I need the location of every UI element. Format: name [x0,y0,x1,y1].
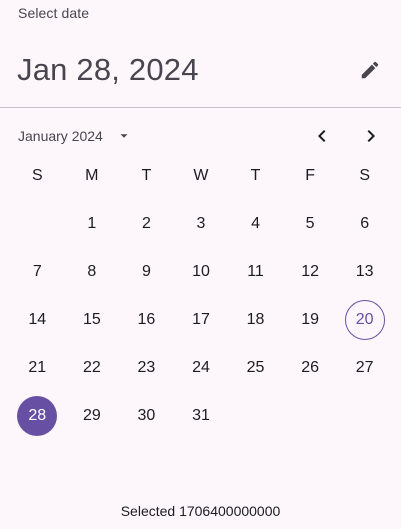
day-number: 18 [246,311,265,328]
day-cell[interactable]: 24 [174,344,229,392]
calendar-week-row: 21 22 23 24 25 26 27 [10,344,392,392]
day-number: 7 [32,263,42,280]
day-cell[interactable]: 15 [65,296,120,344]
day-cell[interactable]: 6 [337,200,392,248]
day-cell[interactable]: 13 [337,248,392,296]
day-number: 13 [355,263,374,280]
day-cell[interactable]: 12 [283,248,338,296]
day-cell[interactable]: 25 [228,344,283,392]
day-cell[interactable]: 14 [10,296,65,344]
weekday-label: T [250,167,261,184]
day-cell[interactable]: 21 [10,344,65,392]
day-number: 25 [246,359,265,376]
day-cell[interactable]: 28 [10,392,65,440]
day-number: 9 [141,263,151,280]
day-number: 17 [192,311,210,328]
month-year-dropdown[interactable]: January 2024 [18,126,131,146]
day-number: 27 [355,359,374,376]
day-number: 8 [87,263,97,280]
weekday-label: S [359,167,370,184]
day-number: 21 [28,359,47,376]
day-number: 2 [141,215,151,232]
chevron-left-icon [318,130,326,142]
day-cell[interactable]: 9 [119,248,174,296]
day-number: 6 [360,215,370,232]
day-number: 1 [87,215,97,232]
weekday-label: M [85,167,99,184]
day-number: 22 [82,359,101,376]
day-cell[interactable]: 8 [65,248,120,296]
day-cell[interactable]: 18 [228,296,283,344]
day-number: 30 [137,407,156,424]
weekday-header-row: S M T W T F S [10,152,392,200]
day-number: 12 [301,263,319,280]
day-number: 5 [305,215,315,232]
day-number: 28 [17,396,58,436]
day-cell[interactable]: 22 [65,344,120,392]
day-number: 26 [301,359,319,376]
previous-month-button[interactable] [309,123,335,149]
day-cell[interactable]: 26 [283,344,338,392]
empty-day-cell [283,392,338,440]
calendar-week-row: 7 8 9 10 11 12 13 [10,248,392,296]
day-cell[interactable]: 20 [337,296,392,344]
calendar-weeks: 1 2 3 4 5 6 7 8 9 10 11 12 13 14 15 16 17 18 19 20 21 22 23 24 2… [10,200,392,440]
day-cell[interactable]: 16 [119,296,174,344]
day-cell[interactable]: 19 [283,296,338,344]
day-cell[interactable]: 30 [119,392,174,440]
day-cell[interactable]: 5 [283,200,338,248]
month-year-label: January 2024 [18,128,103,144]
day-number: 24 [192,359,210,376]
edit-date-button[interactable] [356,56,384,84]
selected-timestamp-text: Selected 1706400000000 [120,503,281,519]
day-number: 19 [301,311,319,328]
day-number: 10 [192,263,210,280]
day-cell[interactable]: 2 [119,200,174,248]
weekday-label: W [193,167,209,184]
arrow-drop-down-icon [117,129,131,143]
calendar-week-row: 28 29 30 31 [10,392,392,440]
day-number: 4 [251,215,260,232]
day-cell[interactable]: 29 [65,392,120,440]
day-cell[interactable]: 7 [10,248,65,296]
empty-day-cell [228,392,283,440]
empty-day-cell [10,200,65,248]
day-number: 31 [192,407,210,424]
weekday-label: T [141,167,152,184]
day-cell[interactable]: 17 [174,296,229,344]
day-cell[interactable]: 3 [174,200,229,248]
day-cell[interactable]: 23 [119,344,174,392]
day-cell[interactable]: 1 [65,200,120,248]
empty-day-cell [337,392,392,440]
day-number: 29 [82,407,101,424]
chevron-right-icon [367,130,375,142]
selected-date-headline: Jan 28, 2024 [17,52,199,87]
day-cell[interactable]: 10 [174,248,229,296]
day-number: 3 [196,215,206,232]
day-cell[interactable]: 4 [228,200,283,248]
day-number: 15 [82,311,101,328]
day-cell[interactable]: 27 [337,344,392,392]
day-cell[interactable]: 31 [174,392,229,440]
calendar-week-row: 1 2 3 4 5 6 [10,200,392,248]
pencil-icon [361,61,379,79]
calendar-grid: S M T W T F S 1 2 3 4 5 6 7 8 9 10 11 12 13 14 15 16 17 1… [10,165,392,440]
day-number: 20 [344,300,385,340]
day-number: 14 [28,311,47,328]
day-cell[interactable]: 11 [228,248,283,296]
next-month-button[interactable] [358,123,384,149]
weekday-label: S [31,167,43,184]
day-number: 16 [137,311,156,328]
day-number: 11 [247,263,264,280]
calendar-week-row: 14 15 16 17 18 19 20 [10,296,392,344]
dialog-title: Select date [18,5,90,21]
header-divider [0,107,401,108]
day-number: 23 [137,359,156,376]
weekday-label: F [305,167,315,184]
